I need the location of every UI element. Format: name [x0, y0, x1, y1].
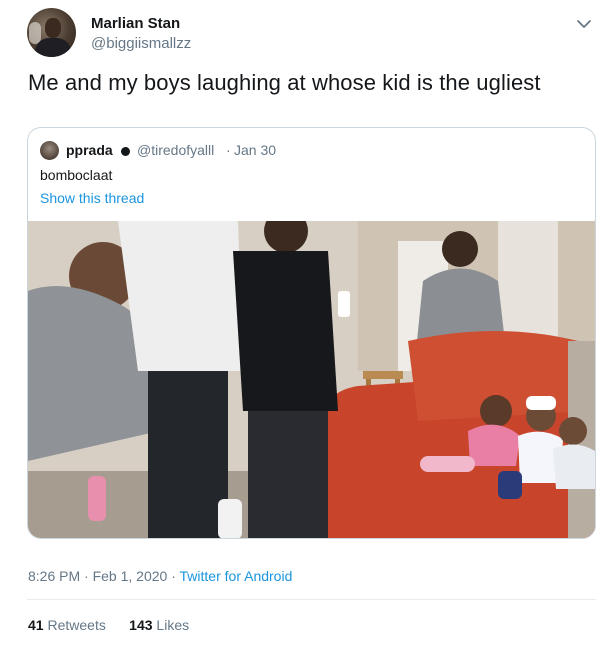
tweet-time[interactable]: 8:26 PM — [28, 568, 80, 584]
quoted-author-handle[interactable]: @tiredofyalll — [137, 142, 214, 158]
author-name[interactable]: Marlian Stan — [91, 15, 180, 32]
quoted-author-name[interactable]: pprada — [66, 142, 113, 158]
tweet-text: Me and my boys laughing at whose kid is … — [28, 70, 541, 95]
likes-stat[interactable]: 143 Likes — [129, 617, 189, 633]
tweet-card: Marlian Stan @biggiismallzz Me and my bo… — [0, 0, 616, 651]
retweets-label: Retweets — [47, 617, 106, 633]
author-avatar[interactable] — [27, 8, 76, 57]
likes-count: 143 — [129, 617, 153, 633]
quoted-photo[interactable] — [28, 221, 595, 539]
quoted-text: bomboclaat — [40, 167, 113, 183]
quoted-tweet[interactable]: pprada @tiredofyalll · Jan 30 bomboclaat… — [27, 127, 596, 539]
retweets-stat[interactable]: 41 Retweets — [28, 617, 106, 633]
quoted-date[interactable]: Jan 30 — [234, 142, 276, 158]
avatar-shirt — [35, 38, 71, 57]
tweet-date[interactable]: Feb 1, 2020 — [93, 568, 168, 584]
time-date-separator: · — [84, 568, 89, 584]
tweet-stats: 41 Retweets 143 Likes — [28, 617, 189, 633]
black-circle-emoji-icon — [121, 147, 130, 156]
avatar-face — [45, 18, 61, 38]
tweet-source-link[interactable]: Twitter for Android — [180, 568, 293, 584]
show-thread-link[interactable]: Show this thread — [40, 190, 144, 206]
source-separator: · — [171, 568, 176, 584]
quoted-author-avatar[interactable] — [40, 141, 59, 160]
tweet-meta: 8:26 PM · Feb 1, 2020 · Twitter for Andr… — [28, 568, 292, 584]
quoted-date-separator: · — [226, 142, 231, 158]
retweets-count: 41 — [28, 617, 44, 633]
divider — [27, 599, 596, 600]
author-handle[interactable]: @biggiismallzz — [91, 35, 191, 52]
chevron-down-icon[interactable] — [574, 14, 594, 34]
likes-label: Likes — [156, 617, 190, 633]
